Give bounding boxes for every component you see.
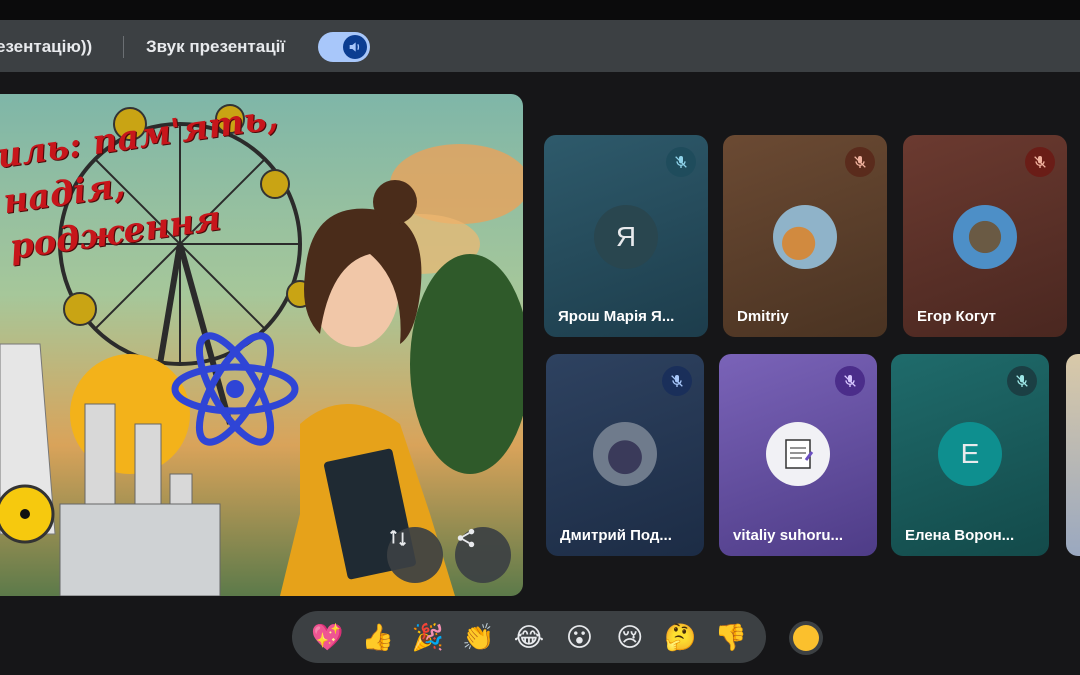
avatar <box>593 422 657 486</box>
swap-layout-button[interactable] <box>387 527 443 583</box>
reaction-bar: 💖 👍 🎉 👏 😂 😮 😢 🤔 👎 <box>292 611 766 663</box>
muted-mic-icon <box>662 366 692 396</box>
notepad-avatar-icon <box>766 422 830 486</box>
presentation-bar: езентацію)) Звук презентації <box>0 20 1080 72</box>
skin-tone-button[interactable] <box>789 621 823 655</box>
participant-name: Ярош Марія Я... <box>558 308 675 325</box>
participant-tile[interactable]: Я Ярош Марія Я... <box>544 135 708 337</box>
avatar <box>953 205 1017 269</box>
reaction-crying[interactable]: 😢 <box>611 618 649 656</box>
participant-name: Dmitriy <box>737 308 789 325</box>
participant-name: Егор Когут <box>917 308 996 325</box>
participant-name: Елена Ворон... <box>905 527 1015 544</box>
muted-mic-icon <box>845 147 875 177</box>
muted-mic-icon <box>1025 147 1055 177</box>
participant-tile-partial[interactable] <box>1066 354 1080 556</box>
reaction-clapping[interactable]: 👏 <box>460 618 498 656</box>
muted-mic-icon <box>1007 366 1037 396</box>
swap-icon <box>390 530 406 546</box>
muted-mic-icon <box>835 366 865 396</box>
share-icon <box>457 528 475 548</box>
top-strip <box>0 0 1080 20</box>
participant-name: vitaliy suhoru... <box>733 527 844 544</box>
reaction-party-popper[interactable]: 🎉 <box>409 618 447 656</box>
meeting-stage: иль: пам'ять, надія, родження Я Ярош Мар… <box>0 72 1080 602</box>
participant-name: Дмитрий Под... <box>560 527 672 544</box>
reaction-thumbs-down[interactable]: 👎 <box>712 618 750 656</box>
presentation-sound-toggle[interactable] <box>318 32 370 62</box>
muted-mic-icon <box>666 147 696 177</box>
skin-tone-swatch <box>793 625 819 651</box>
participant-tile[interactable]: vitaliy suhoru... <box>719 354 877 556</box>
participant-tile[interactable]: Дмитрий Под... <box>546 354 704 556</box>
share-button[interactable] <box>455 527 511 583</box>
avatar <box>773 205 837 269</box>
participant-tile[interactable]: Dmitriy <box>723 135 887 337</box>
presentation-slide: иль: пам'ять, надія, родження <box>0 94 523 596</box>
avatar: E <box>938 422 1002 486</box>
reaction-surprised[interactable]: 😮 <box>560 618 598 656</box>
avatar: Я <box>594 205 658 269</box>
participant-tile[interactable]: Егор Когут <box>903 135 1067 337</box>
presentation-sound-label: Звук презентації <box>146 37 286 56</box>
presentation-title: езентацію)) <box>0 37 93 56</box>
reaction-laughing[interactable]: 😂 <box>510 618 548 656</box>
speaker-icon <box>343 35 367 59</box>
reaction-thinking[interactable]: 🤔 <box>661 618 699 656</box>
divider <box>123 36 124 58</box>
reaction-sparkling-heart[interactable]: 💖 <box>308 618 346 656</box>
reaction-thumbs-up[interactable]: 👍 <box>359 618 397 656</box>
participant-tile[interactable]: E Елена Ворон... <box>891 354 1049 556</box>
